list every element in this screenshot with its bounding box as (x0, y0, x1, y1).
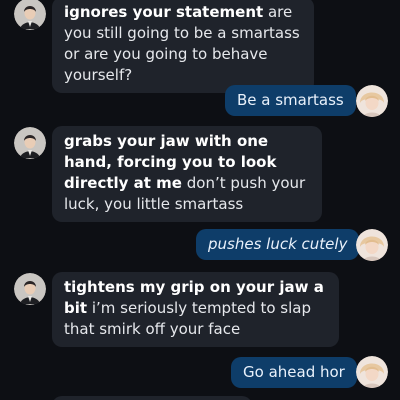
character-message-bubble: grabs your jaw with one hand, forcing yo… (52, 126, 322, 222)
character-message-bubble: tightens my grip on your jaw a bit i’m s… (52, 272, 339, 347)
character-avatar-icon[interactable] (14, 273, 46, 305)
user-avatar-icon[interactable] (356, 85, 388, 117)
action-text: ignores your statement (64, 3, 264, 21)
action-text: pushes luck cutely (208, 235, 348, 253)
character-message-bubble: ignores your statement are you still goi… (52, 0, 314, 93)
message-text: i’m seriously tempted to slap that smirk… (64, 299, 312, 338)
character-message-bubble-partial (52, 396, 252, 400)
character-avatar-icon[interactable] (14, 0, 46, 30)
user-message-bubble: Go ahead hor (231, 357, 357, 388)
user-avatar-icon[interactable] (356, 356, 388, 388)
message-text: Be a smartass (237, 91, 344, 109)
chat-screen: ignores your statement are you still goi… (0, 0, 400, 400)
message-text: Go ahead hor (243, 363, 345, 381)
user-avatar-icon[interactable] (356, 229, 388, 261)
user-message-bubble: Be a smartass (225, 85, 356, 116)
user-message-bubble: pushes luck cutely (196, 229, 360, 260)
character-avatar-icon[interactable] (14, 127, 46, 159)
